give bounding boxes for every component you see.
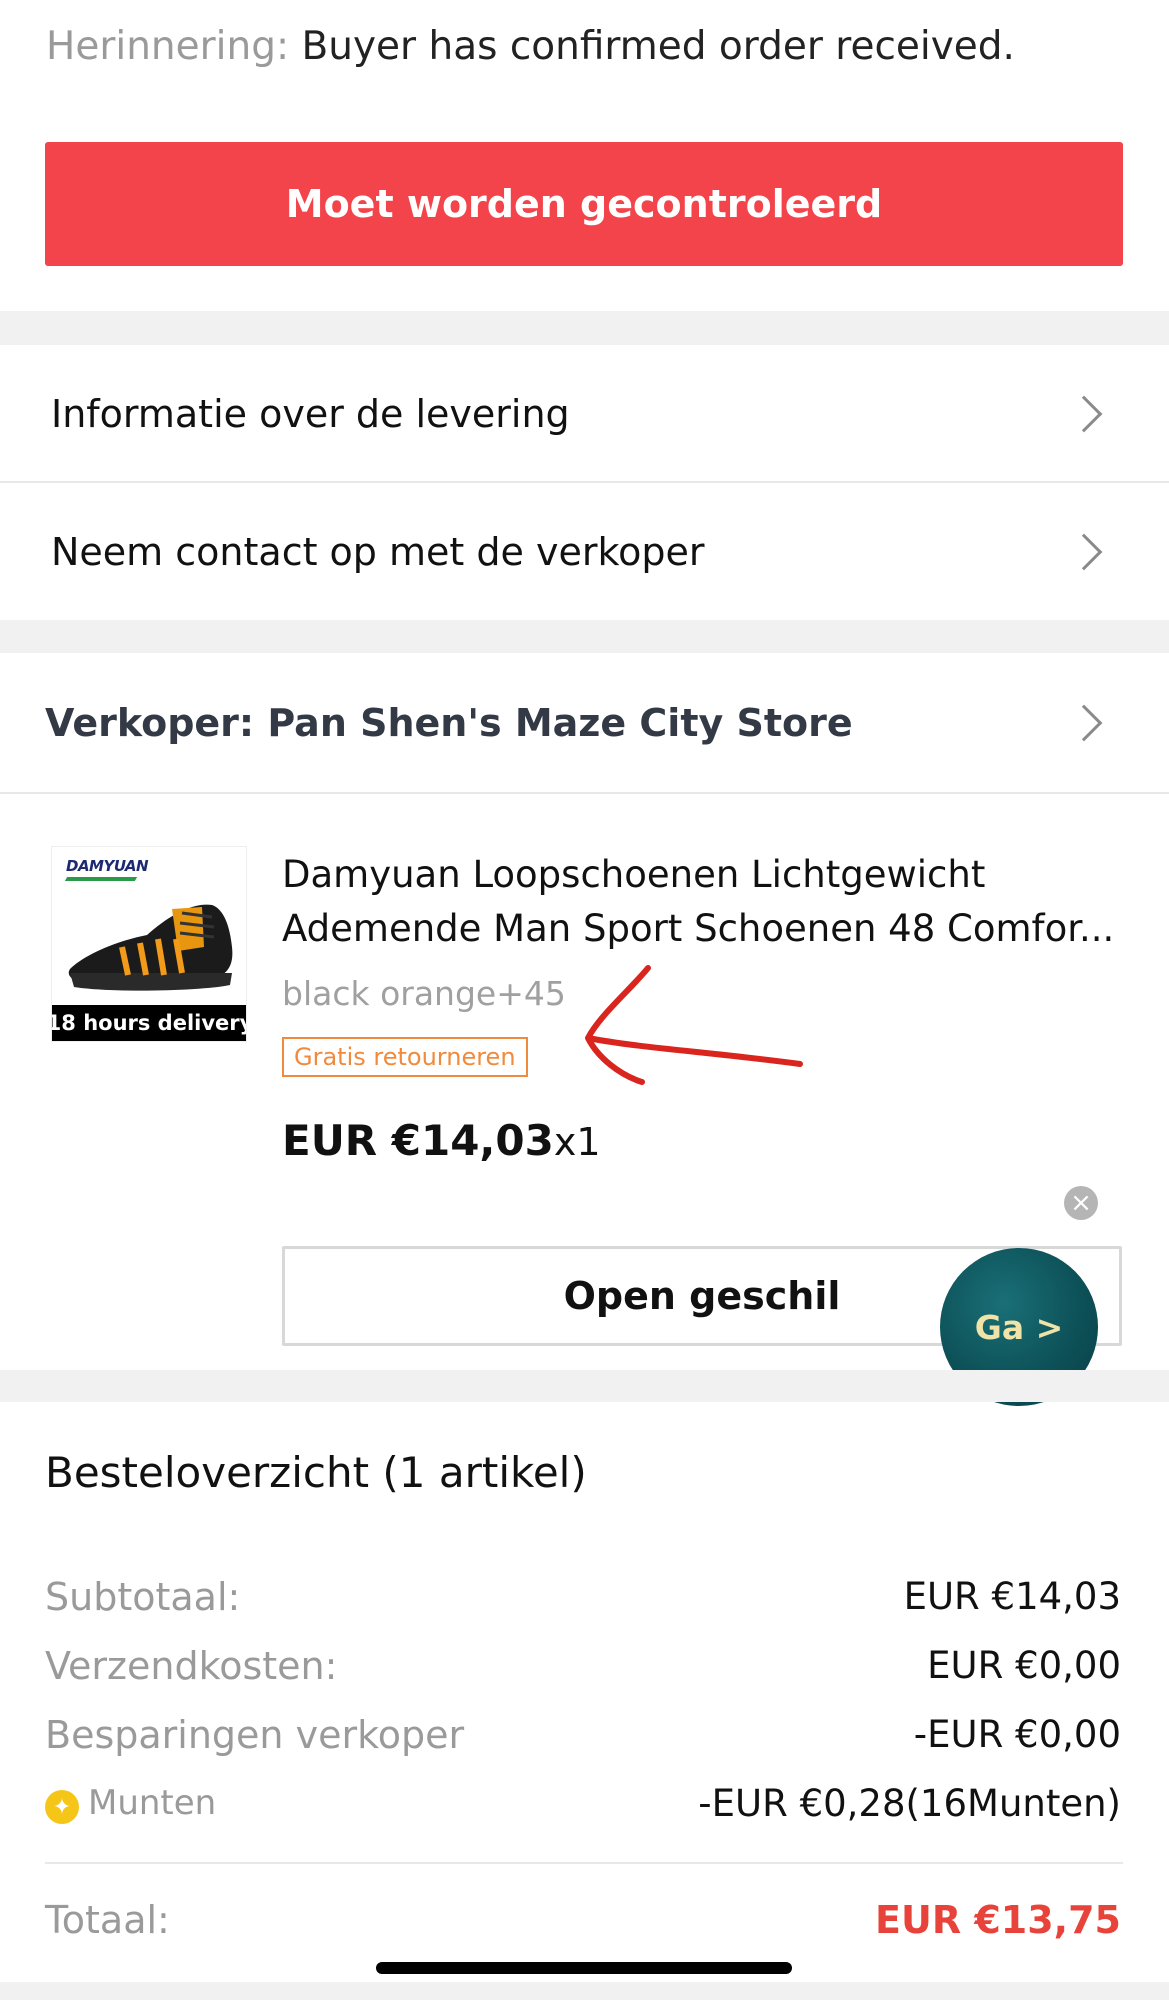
section-gap	[0, 1370, 1169, 1402]
section-gap	[0, 311, 1169, 345]
coin-icon: ✦	[45, 1790, 79, 1824]
coins-label: Munten	[88, 1783, 217, 1823]
reminder-message: Buyer has confirmed order received.	[289, 24, 1015, 69]
shipping-value: EUR €0,00	[927, 1644, 1121, 1687]
subtotal-label: Subtotaal:	[45, 1575, 241, 1619]
divider	[45, 1862, 1123, 1864]
delivery-badge: 18 hours delivery	[52, 1005, 246, 1041]
seller-savings-value: -EUR €0,00	[913, 1713, 1121, 1756]
chevron-right-icon	[1065, 533, 1103, 570]
home-indicator[interactable]	[376, 1962, 792, 1974]
coins-value: -EUR €0,28(16Munten)	[698, 1782, 1121, 1825]
product-variant: black orange+45	[282, 974, 566, 1013]
contact-seller-label: Neem contact op met de verkoper	[51, 529, 705, 574]
close-icon[interactable]: ×	[1064, 1186, 1098, 1220]
delivery-info-row[interactable]: Informatie over de levering	[0, 345, 1169, 482]
product-title-line1: Damyuan Loopschoenen Lichtgewicht	[282, 853, 986, 896]
divider	[0, 792, 1169, 794]
delivery-info-label: Informatie over de levering	[51, 391, 570, 436]
product-price: EUR €14,03x1	[282, 1116, 601, 1165]
section-gap	[0, 620, 1169, 653]
order-summary-title: Besteloverzicht (1 artikel)	[45, 1448, 587, 1497]
subtotal-value: EUR €14,03	[903, 1575, 1121, 1618]
reminder-label: Herinnering:	[46, 24, 290, 69]
chevron-right-icon	[1065, 395, 1103, 432]
red-arrow-annotation	[585, 965, 803, 1085]
seller-savings-label: Besparingen verkoper	[45, 1713, 465, 1757]
reminder-text: Herinnering: Buyer has confirmed order r…	[46, 24, 1015, 69]
total-label: Totaal:	[45, 1898, 170, 1942]
free-return-badge: Gratis retourneren	[282, 1037, 528, 1077]
product-thumbnail[interactable]: DAMYUAN 18 hours delivery	[51, 846, 247, 1042]
price-value: EUR €14,03	[282, 1116, 554, 1165]
product-title-line2: Ademende Man Sport Schoenen 48 Comfor...	[282, 907, 1115, 950]
product-quantity: x1	[553, 1120, 601, 1164]
seller-name: Verkoper: Pan Shen's Maze City Store	[45, 701, 853, 745]
shipping-label: Verzendkosten:	[45, 1644, 338, 1688]
contact-seller-row[interactable]: Neem contact op met de verkoper	[0, 483, 1169, 620]
product-title[interactable]: Damyuan Loopschoenen Lichtgewicht Ademen…	[282, 848, 1132, 956]
chevron-right-icon	[1065, 704, 1103, 742]
review-button[interactable]: Moet worden gecontroleerd	[45, 142, 1123, 266]
total-value: EUR €13,75	[875, 1898, 1121, 1942]
seller-row[interactable]: Verkoper: Pan Shen's Maze City Store	[0, 653, 1169, 793]
bottom-gap	[0, 1982, 1169, 2000]
